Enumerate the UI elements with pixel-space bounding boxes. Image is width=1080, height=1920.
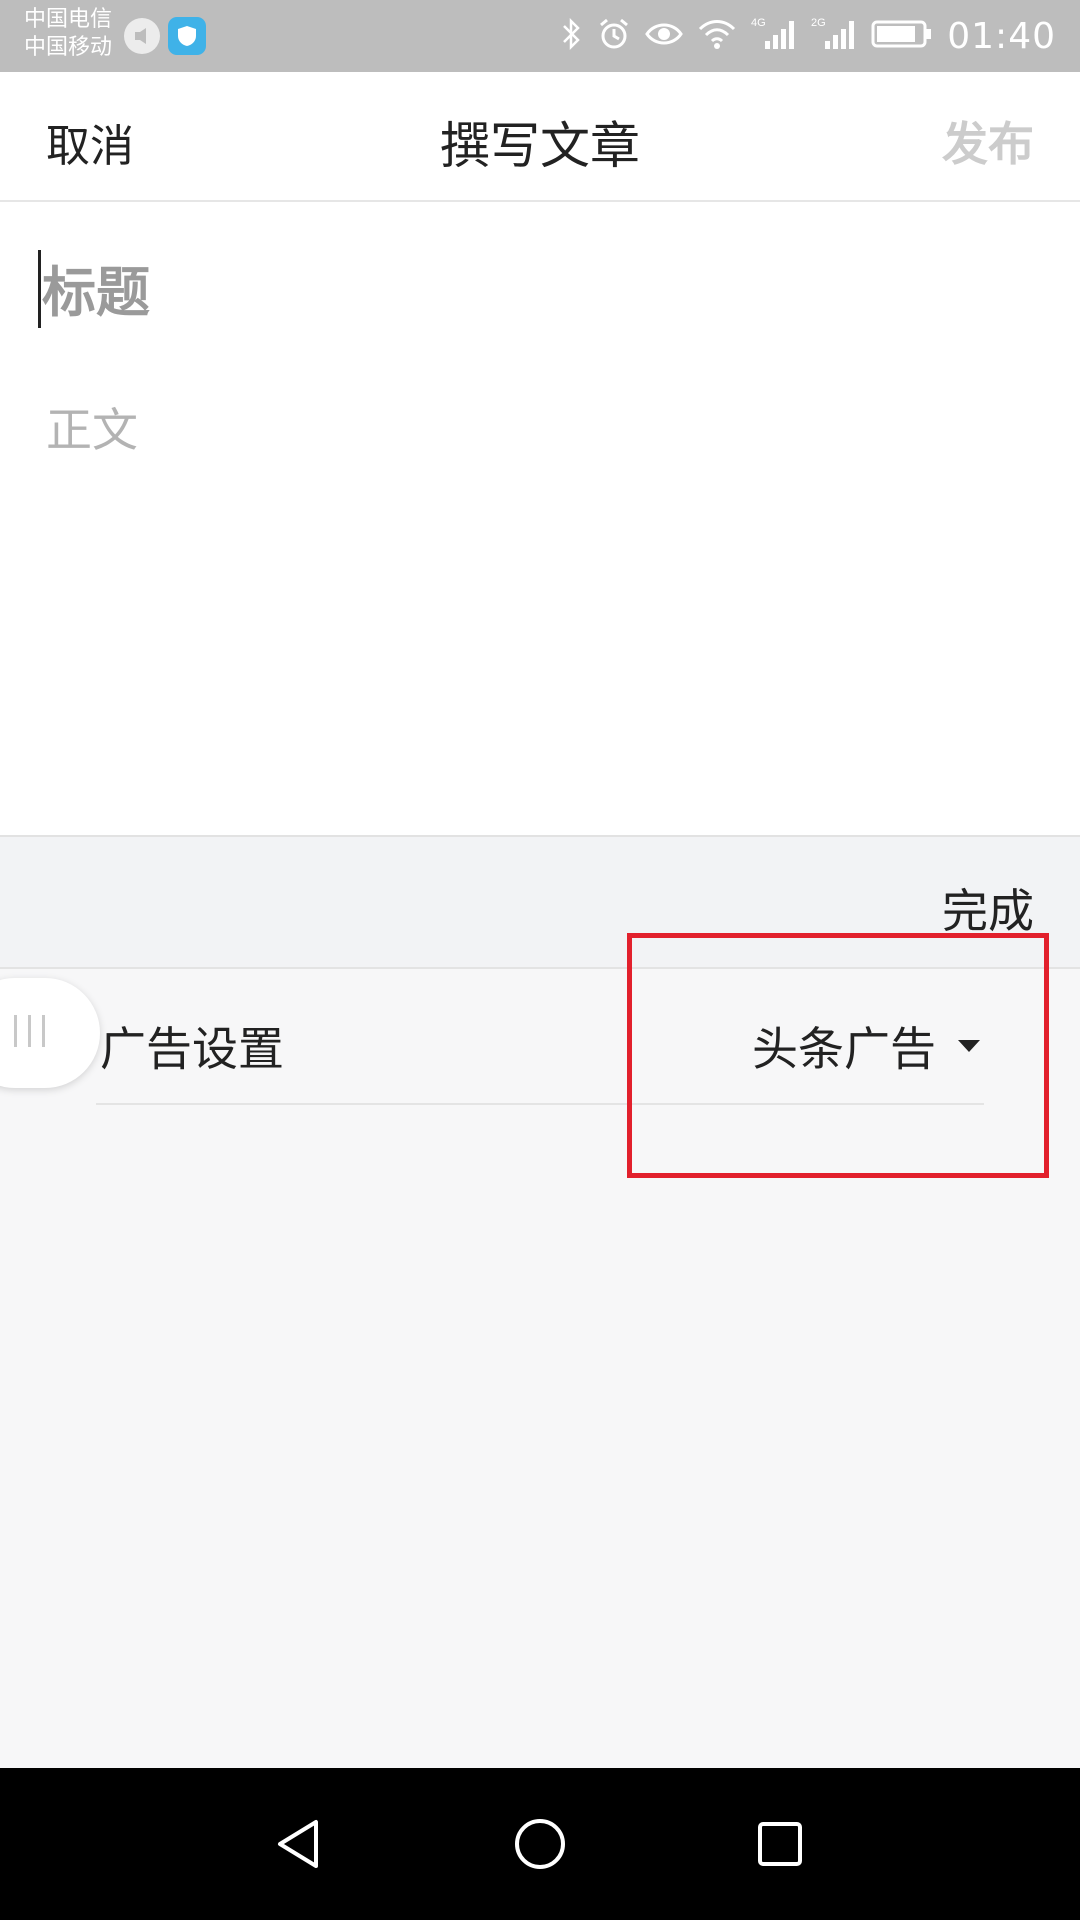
recent-apps-button[interactable] xyxy=(746,1810,814,1878)
wifi-icon xyxy=(697,18,737,54)
home-button[interactable] xyxy=(506,1810,574,1878)
body-input[interactable]: 正文 xyxy=(46,394,138,460)
text-caret xyxy=(38,250,41,328)
status-bar: 中国电信 中国移动 4G 2G 01:40 xyxy=(0,0,1080,72)
page-title: 撰写文章 xyxy=(440,117,640,175)
battery-icon xyxy=(871,19,933,53)
eye-icon xyxy=(645,20,684,52)
publish-button[interactable]: 发布 xyxy=(942,108,1034,174)
ad-setting-dropdown[interactable]: 头条广告 xyxy=(752,1013,984,1079)
back-icon xyxy=(278,1820,318,1868)
carrier-2: 中国移动 xyxy=(24,35,113,60)
alarm-icon xyxy=(597,17,631,55)
article-editor: 标题 正文 xyxy=(0,202,1080,836)
settings-panel: 广告设置 头条广告 xyxy=(0,969,1080,1768)
done-button[interactable]: 完成 xyxy=(942,875,1034,941)
home-icon xyxy=(515,1819,565,1869)
ad-setting-value: 头条广告 xyxy=(752,1022,936,1076)
ad-setting-label: 广告设置 xyxy=(100,1022,284,1076)
carrier-1: 中国电信 xyxy=(24,7,113,32)
network-label-4g: 4G xyxy=(751,17,766,29)
app-header: 取消 撰写文章 发布 xyxy=(0,72,1080,202)
recent-apps-icon xyxy=(758,1822,802,1866)
nav-bar xyxy=(0,1768,1080,1920)
sound-icon xyxy=(124,18,160,54)
back-button[interactable] xyxy=(266,1810,334,1878)
bluetooth-icon xyxy=(559,16,583,56)
title-input[interactable]: 标题 xyxy=(42,248,150,327)
network-label-2g: 2G xyxy=(811,17,826,29)
status-time: 01:40 xyxy=(947,15,1056,57)
signal-2g-icon: 2G xyxy=(811,15,857,57)
grip-icon xyxy=(10,1011,50,1055)
ad-setting-row: 广告设置 头条广告 xyxy=(96,969,984,1105)
carrier-info: 中国电信 中国移动 xyxy=(24,6,112,62)
settings-toolbar: 完成 xyxy=(0,837,1080,969)
shield-icon xyxy=(168,17,206,55)
signal-4g-icon: 4G xyxy=(751,15,797,57)
dropdown-arrow-icon xyxy=(958,1040,980,1052)
status-icons: 4G 2G 01:40 xyxy=(559,0,1056,72)
